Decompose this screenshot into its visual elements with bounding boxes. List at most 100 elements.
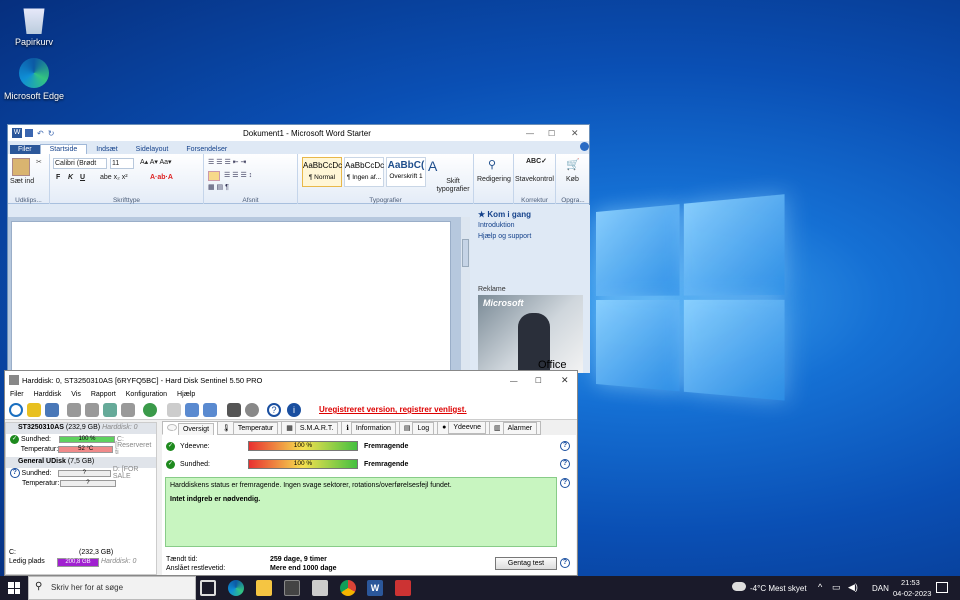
help-icon[interactable]: ? [267, 403, 281, 417]
align-left-icon[interactable] [208, 171, 220, 181]
disk-check-icon[interactable] [103, 403, 117, 417]
font-size-select[interactable]: 11 [110, 158, 134, 169]
disk-test-icon[interactable] [85, 403, 99, 417]
menu-report[interactable]: Rapport [86, 391, 121, 398]
tab-temperature[interactable]: 🌡 Temperatur [217, 421, 283, 435]
office-ad[interactable]: Microsoft Office [478, 295, 583, 373]
refresh-icon[interactable] [9, 403, 23, 417]
vertical-scrollbar[interactable] [460, 217, 470, 373]
menu-file[interactable]: Filer [5, 391, 29, 398]
mail-icon[interactable] [312, 580, 328, 596]
maximize-button[interactable]: ☐ [535, 376, 542, 385]
tab-mailings[interactable]: Forsendelser [177, 145, 236, 154]
file-explorer-icon[interactable] [256, 580, 272, 596]
bullets-icon[interactable]: ☰ ☰ ☰ ⇤ ⇥ [208, 158, 246, 166]
link-help-support[interactable]: Hjælp og support [478, 233, 531, 240]
speaker-icon[interactable]: ◀) [848, 582, 858, 593]
tab-alarms[interactable]: ▥ Alarmer [489, 421, 542, 435]
grow-font-icon[interactable]: A▴ A▾ Aa▾ [140, 158, 172, 166]
volume-row[interactable]: C: (232,3 GB) Ledig plads 200,8 GB Harddis… [6, 549, 156, 567]
style-heading-1[interactable]: AaBbC( Overskrift 1 [386, 157, 426, 187]
menu-disk[interactable]: Harddisk [29, 391, 67, 398]
shading-icon[interactable]: ▦ ▤ ¶ [208, 183, 229, 191]
clock-date[interactable]: 04-02-2023 [893, 589, 931, 598]
alert-icon[interactable] [27, 403, 41, 417]
paste-icon[interactable] [12, 158, 30, 176]
menu-configuration[interactable]: Konfiguration [121, 391, 172, 398]
italic-icon[interactable]: K [68, 174, 73, 181]
task-view-icon[interactable] [200, 580, 216, 596]
store-icon[interactable] [284, 580, 300, 596]
minimize-button[interactable]: — [510, 376, 518, 385]
change-styles-button[interactable]: Skift typografier [434, 178, 472, 194]
tray-chevron-icon[interactable]: ^ [818, 582, 822, 592]
link-introduction[interactable]: Introduktion [478, 222, 515, 229]
buy-button[interactable]: Køb [566, 176, 579, 183]
editing-button[interactable]: Redigering [477, 176, 511, 183]
hds-app-icon[interactable] [9, 375, 19, 385]
tab-overview[interactable]: ✓ Oversigt [162, 421, 219, 436]
hds-taskbar-icon[interactable] [395, 580, 411, 596]
clock-time[interactable]: 21:53 [901, 578, 920, 587]
spellcheck-button[interactable]: Stavekontrol [515, 176, 554, 183]
menu-help[interactable]: Hjælp [172, 391, 200, 398]
document-page[interactable] [11, 221, 451, 373]
tab-performance[interactable]: ● Ydeevne [437, 421, 490, 435]
style-no-spacing[interactable]: AaBbCcDc ¶ Ingen af... [344, 157, 384, 187]
unregistered-link[interactable]: Uregistreret version, registrer venligst… [319, 405, 467, 414]
search-box[interactable]: ⚲ Skriv her for at søge [28, 576, 196, 600]
network-icon[interactable]: ▭ [832, 582, 841, 593]
minimize-button[interactable]: — [526, 129, 534, 138]
word-taskbar-icon[interactable]: W [367, 580, 383, 596]
maximize-button[interactable]: ☐ [548, 129, 555, 138]
paste-button[interactable]: Sæt ind [10, 178, 38, 186]
chrome-icon[interactable] [340, 580, 356, 596]
report-icon[interactable] [167, 403, 181, 417]
style-normal[interactable]: AaBbCcDc ¶ Normal [302, 157, 342, 187]
bold-icon[interactable]: F [56, 174, 60, 181]
help-icon[interactable]: ? [560, 459, 570, 469]
font-name-select[interactable]: Calibri (Brødt [53, 158, 107, 169]
help-icon[interactable]: ? [560, 478, 570, 488]
word-app-icon[interactable]: W [12, 128, 22, 138]
weather-icon[interactable] [732, 582, 746, 591]
monitor-icon[interactable] [45, 403, 59, 417]
align-center-icon[interactable]: ☰ ☰ ☰ ↕ [224, 171, 252, 179]
help-icon[interactable]: ? [560, 441, 570, 451]
menu-view[interactable]: Vis [66, 391, 86, 398]
network-icon[interactable] [203, 403, 217, 417]
gear-icon[interactable] [245, 403, 259, 417]
info-icon[interactable]: i [287, 403, 301, 417]
disk-settings-icon[interactable] [121, 403, 135, 417]
redo-icon[interactable]: ↻ [48, 129, 55, 138]
notification-icon[interactable] [936, 582, 948, 593]
tab-information[interactable]: ℹ Information [341, 421, 400, 435]
close-button[interactable]: ✕ [571, 128, 579, 139]
tab-insert[interactable]: Indsæt [87, 145, 126, 154]
help-icon[interactable] [580, 142, 589, 151]
retry-test-button[interactable]: Gentag test [495, 557, 557, 570]
weather-text[interactable]: -4°C Mest skyet [750, 584, 807, 593]
tab-smart[interactable]: ▦ S.M.A.R.T. [281, 421, 343, 435]
drive-item-header[interactable]: ST3250310AS (232,9 GB) Harddisk: 0 [6, 423, 156, 434]
language-indicator[interactable]: DAN [872, 584, 889, 593]
close-button[interactable]: ✕ [561, 375, 569, 386]
sync-icon[interactable] [185, 403, 199, 417]
tab-home[interactable]: Startside [39, 144, 88, 154]
desktop-icon-edge[interactable]: Microsoft Edge [2, 58, 66, 101]
globe-icon[interactable] [143, 403, 157, 417]
edge-icon[interactable] [228, 580, 244, 596]
tab-file[interactable]: Filer [10, 145, 40, 154]
help-icon[interactable]: ? [560, 558, 570, 568]
chart-icon[interactable] [227, 403, 241, 417]
strikethrough-icon[interactable]: abe x₂ x² [100, 174, 128, 181]
underline-icon[interactable]: U [80, 174, 85, 181]
tab-log[interactable]: ▤ Log [398, 421, 439, 435]
save-icon[interactable] [25, 129, 33, 137]
disk-tool-icon[interactable] [67, 403, 81, 417]
start-button[interactable] [8, 582, 20, 594]
undo-icon[interactable]: ↶ [37, 129, 44, 138]
cut-icon[interactable]: ✂ [36, 158, 42, 166]
tab-page-layout[interactable]: Sidelayout [127, 145, 178, 154]
font-color-icon[interactable]: A·ab·A [150, 174, 173, 181]
